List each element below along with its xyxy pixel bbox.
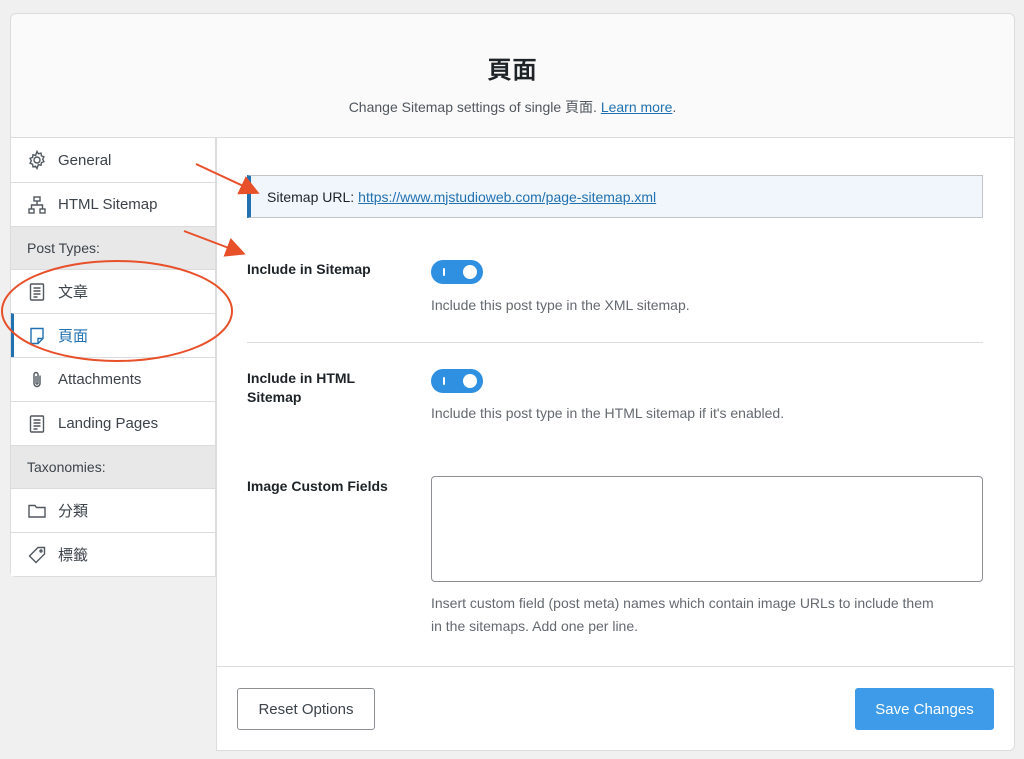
post-types-heading: Post Types: [11,226,215,269]
sidebar-item-categories[interactable]: 分類 [11,488,215,532]
toggle-on-indicator [443,377,445,385]
sidebar-item-label: 分類 [58,503,89,520]
tag-icon [27,545,47,565]
toggle-knob [463,265,477,279]
sidebar-item-label: Attachments [58,371,142,388]
sidebar-item-label: Landing Pages [58,415,159,432]
image-custom-fields-textarea[interactable] [431,476,983,582]
sidebar-item-posts[interactable]: 文章 [11,269,215,313]
page-subtitle: Change Sitemap settings of single 頁面. Le… [11,97,1014,117]
settings-sidebar: General HTML Sitemap Post Types: 文章 頁面 A… [10,138,216,577]
sitemap-url-link[interactable]: https://www.mjstudioweb.com/page-sitemap… [358,189,656,205]
sidebar-item-landing-pages[interactable]: Landing Pages [11,401,215,445]
include-sitemap-description: Include this post type in the XML sitema… [431,297,690,313]
page-header: 頁面 Change Sitemap settings of single 頁面.… [10,13,1015,138]
image-custom-fields-label: Image Custom Fields [247,478,388,494]
sidebar-item-attachments[interactable]: Attachments [11,357,215,401]
sidebar-item-general[interactable]: General [11,138,215,182]
sidebar-item-html-sitemap[interactable]: HTML Sitemap [11,182,215,226]
include-sitemap-toggle[interactable] [431,260,483,284]
include-sitemap-label: Include in Sitemap [247,261,371,277]
sidebar-item-label: 標籤 [58,547,89,564]
description-line: in the sitemaps. Add one per line. [431,618,639,634]
reset-options-button[interactable]: Reset Options [237,688,375,730]
subtitle-text: Change Sitemap settings of single 頁面. [348,99,597,115]
toggle-on-indicator [443,268,445,276]
image-custom-fields-description: Insert custom field (post meta) names wh… [431,592,934,638]
settings-panel: Sitemap URL: https://www.mjstudioweb.com… [216,138,1015,751]
divider [247,342,983,343]
description-line: Insert custom field (post meta) names wh… [431,595,934,611]
subtitle-end: . [672,99,677,115]
sidebar-item-tags[interactable]: 標籤 [11,532,215,576]
document-icon [27,414,47,434]
document-icon [27,282,47,302]
sidebar-item-label: General [58,151,112,169]
toggle-knob [463,374,477,388]
learn-more-link[interactable]: Learn more [601,99,673,115]
sidebar-item-pages[interactable]: 頁面 [11,313,215,357]
page-title: 頁面 [487,57,538,84]
page-icon [27,326,47,346]
include-html-sitemap-description: Include this post type in the HTML sitem… [431,405,785,421]
sitemap-url-label: Sitemap URL: [267,188,355,205]
paperclip-icon [27,370,47,390]
sidebar-item-label: 文章 [58,284,89,301]
sitemap-url-notice: Sitemap URL: https://www.mjstudioweb.com… [247,175,983,218]
panel-footer: Reset Options Save Changes [217,666,1014,750]
sitemap-icon [27,195,47,215]
include-html-sitemap-label: Include in HTML Sitemap [247,370,355,405]
taxonomies-heading: Taxonomies: [11,445,215,488]
sidebar-item-label: 頁面 [58,328,89,345]
gear-icon [27,150,47,170]
include-html-sitemap-toggle[interactable] [431,369,483,393]
folder-icon [27,501,47,521]
save-changes-button[interactable]: Save Changes [855,688,994,730]
sidebar-item-label: HTML Sitemap [58,196,158,213]
